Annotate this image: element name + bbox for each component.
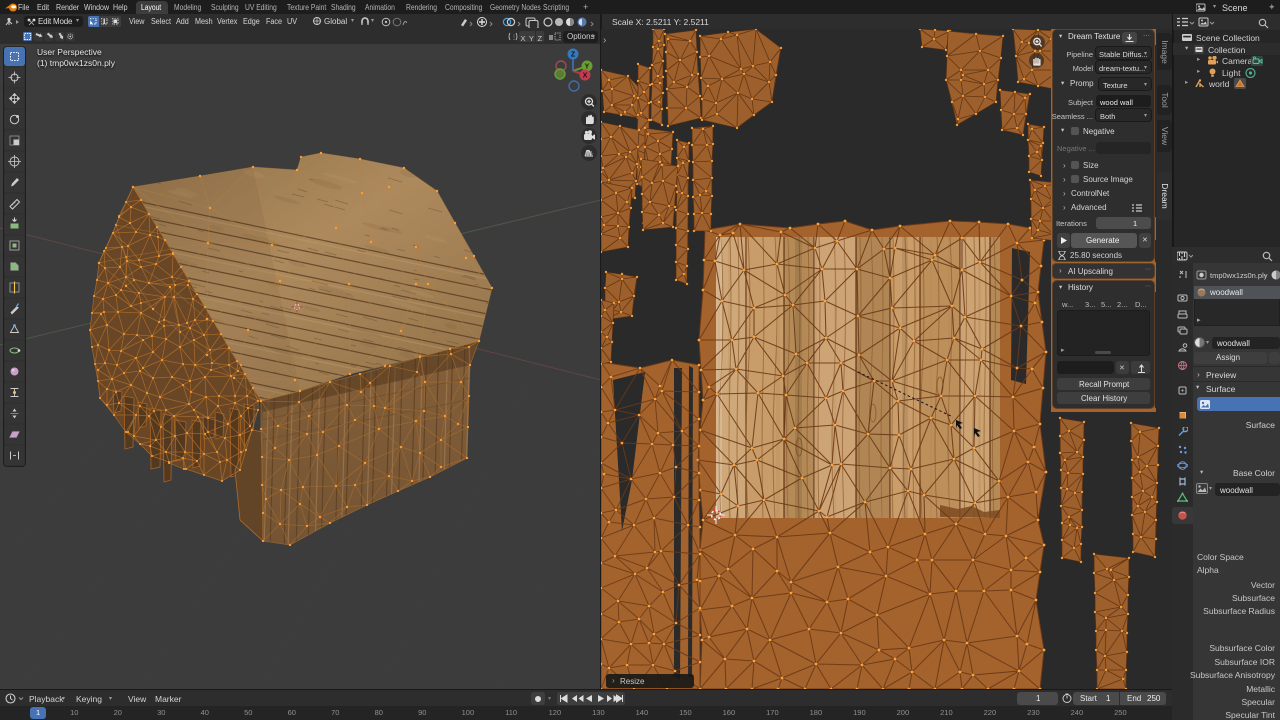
svg-text:X: X	[583, 73, 588, 80]
svg-text:Z: Z	[571, 52, 576, 59]
svg-text:⋮: ⋮	[511, 35, 517, 41]
svg-text:Y: Y	[585, 64, 590, 71]
